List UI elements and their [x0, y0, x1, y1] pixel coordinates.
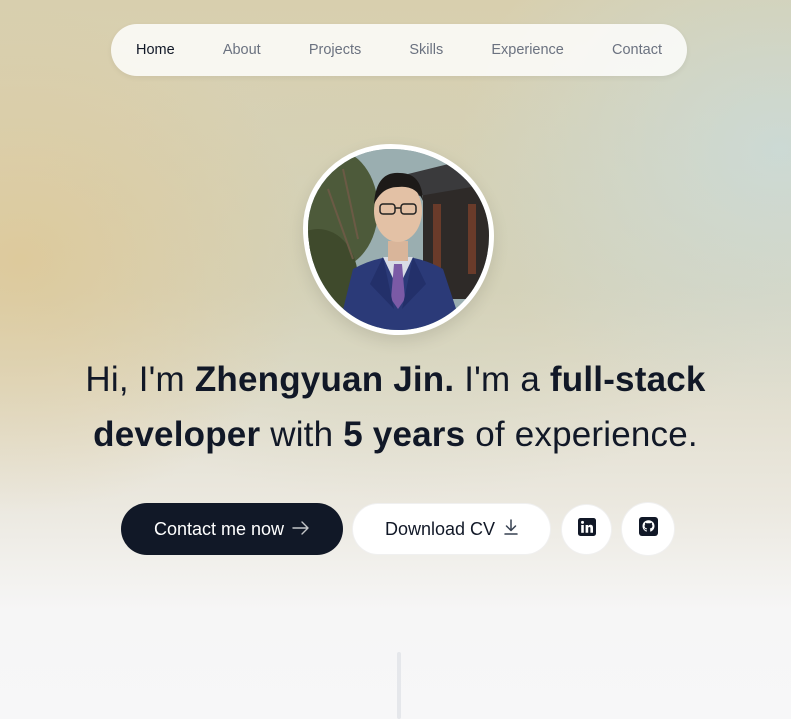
nav-item-home[interactable]: Home [136, 42, 175, 58]
nav-bar: Home About Projects Skills Experience Co… [111, 24, 687, 76]
nav-item-contact[interactable]: Contact [612, 42, 662, 58]
hero-actions: Contact me now Download CV [121, 502, 675, 556]
headline-greeting: Hi, I'm [85, 360, 195, 399]
contact-button[interactable]: Contact me now [121, 503, 343, 555]
nav-item-skills[interactable]: Skills [409, 42, 443, 58]
headline-text: I'm a [454, 360, 550, 399]
headline-years: 5 years [343, 415, 466, 454]
github-icon [638, 517, 658, 541]
download-cv-button[interactable]: Download CV [352, 503, 551, 555]
nav-item-experience[interactable]: Experience [491, 42, 564, 58]
github-button[interactable] [621, 502, 675, 556]
nav-item-projects[interactable]: Projects [309, 42, 361, 58]
hero-headline: Hi, I'm Zhengyuan Jin. I'm a full-stack … [40, 352, 751, 462]
profile-photo [303, 144, 494, 335]
arrow-right-icon [292, 519, 310, 540]
contact-button-label: Contact me now [153, 518, 285, 539]
linkedin-button[interactable] [561, 503, 612, 555]
nav-item-about[interactable]: About [223, 42, 261, 58]
download-cv-label: Download CV [384, 518, 496, 539]
headline-text: of experience. [465, 415, 698, 454]
headline-text: with [260, 415, 344, 454]
download-icon [504, 518, 518, 540]
linkedin-icon [577, 517, 596, 541]
section-divider [397, 652, 401, 719]
headline-name: Zhengyuan Jin. [194, 360, 455, 399]
